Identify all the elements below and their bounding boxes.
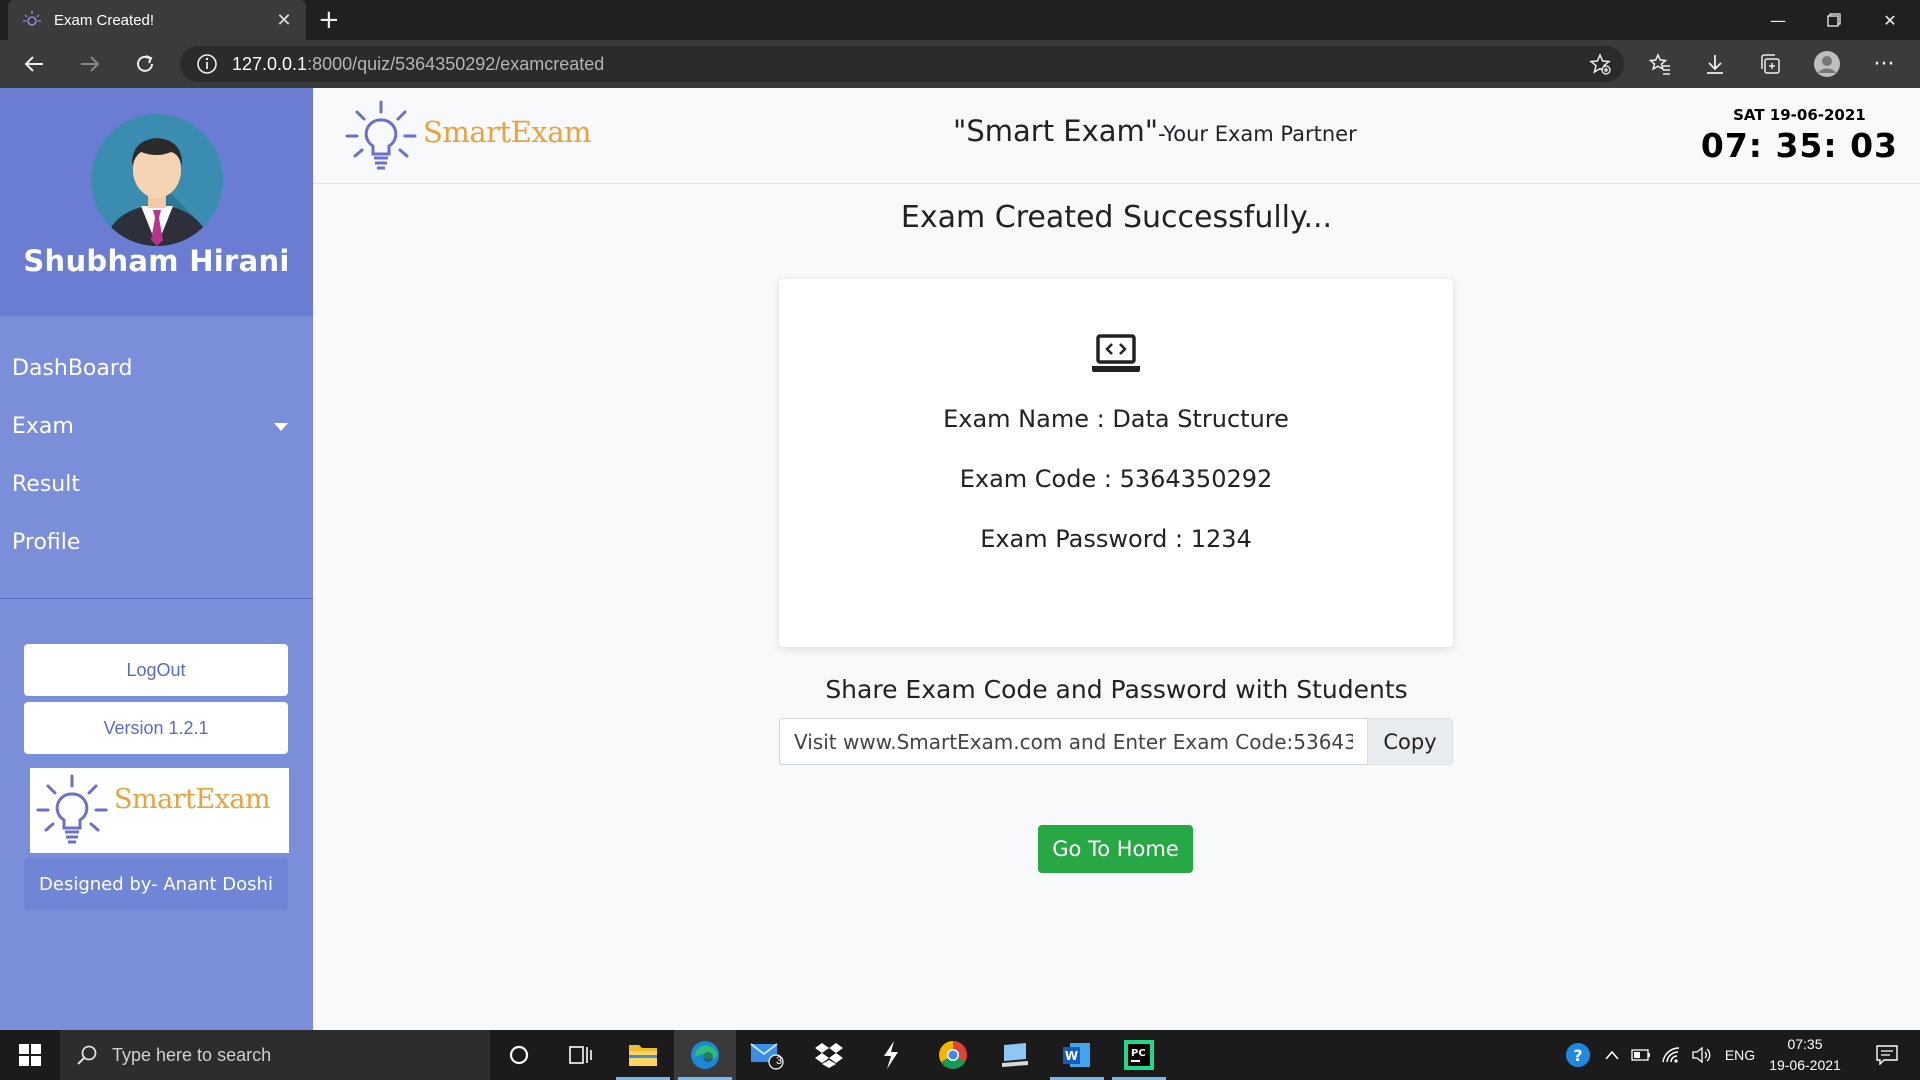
tab-title: Exam Created! (54, 11, 155, 29)
sidebar-logo: SmartExam (30, 768, 289, 853)
url-bar[interactable]: 127.0.0.1:8000/quiz/5364350292/examcreat… (180, 46, 1624, 82)
downloads-icon[interactable] (1698, 48, 1732, 80)
lightbulb-logo-icon (345, 100, 417, 170)
sidebar-item-label: Result (12, 472, 80, 497)
browser-tab-bar: Exam Created! ✕ + — ✕ (0, 0, 1920, 40)
minimize-icon[interactable]: — (1750, 0, 1806, 40)
share-heading: Share Exam Code and Password with Studen… (825, 675, 1408, 704)
help-icon[interactable]: ? (1560, 1030, 1596, 1080)
slogan-main: "Smart Exam" (953, 114, 1159, 148)
url-path: :8000/quiz/5364350292/examcreated (307, 53, 605, 74)
logout-button[interactable]: LogOut (24, 644, 288, 696)
taskbar-clock[interactable]: 07:35 19-06-2021 (1765, 1034, 1845, 1076)
cortana-icon[interactable] (488, 1030, 550, 1080)
restore-icon[interactable] (1806, 0, 1862, 40)
sidebar-item-label: Exam (12, 414, 74, 439)
sidebar-divider (0, 598, 313, 599)
task-view-icon[interactable] (550, 1030, 612, 1080)
volume-icon[interactable] (1688, 1030, 1714, 1080)
username: Shubham Hirani (23, 244, 290, 278)
windows-taskbar: Type here to search 3 W PC ? ENG 07:35 1… (0, 1030, 1920, 1080)
collections-icon[interactable] (1753, 48, 1787, 80)
slogan-sub: -Your Exam Partner (1158, 122, 1357, 146)
desktop-app-icon[interactable] (984, 1030, 1046, 1080)
notifications-icon[interactable] (1862, 1030, 1912, 1080)
top-header: SmartExam "Smart Exam"-Your Exam Partner… (313, 88, 1920, 184)
chevron-up-icon[interactable] (1600, 1030, 1624, 1080)
wifi-icon[interactable] (1658, 1030, 1684, 1080)
exam-code: Exam Code : 5364350292 (959, 465, 1273, 493)
reload-icon[interactable] (127, 48, 163, 80)
browser-tab[interactable]: Exam Created! ✕ (8, 0, 306, 40)
sidebar-item-dashboard[interactable]: DashBoard (12, 356, 302, 381)
go-to-home-button[interactable]: Go To Home (1038, 825, 1193, 873)
battery-icon[interactable] (1628, 1030, 1654, 1080)
search-placeholder: Type here to search (112, 1044, 272, 1065)
back-icon[interactable] (16, 48, 52, 80)
file-explorer-icon[interactable] (612, 1030, 674, 1080)
language-indicator[interactable]: ENG (1720, 1030, 1760, 1080)
mail-icon[interactable]: 3 (736, 1030, 798, 1080)
exam-details-card: Exam Name : Data Structure Exam Code : 5… (779, 279, 1453, 647)
add-favorite-icon[interactable] (1583, 48, 1617, 80)
mail-badge: 3 (776, 1055, 783, 1067)
dropbox-icon[interactable] (798, 1030, 860, 1080)
forward-icon[interactable] (72, 48, 108, 80)
svg-text:PC: PC (1131, 1048, 1146, 1059)
word-icon[interactable]: W (1046, 1030, 1108, 1080)
header-clock: SAT 19-06-2021 07: 35: 03 (1701, 106, 1898, 165)
new-tab-icon[interactable]: + (318, 6, 340, 34)
brand-logo[interactable]: SmartExam (343, 96, 603, 176)
chrome-icon[interactable] (922, 1030, 984, 1080)
more-options-icon[interactable]: ··· (1867, 48, 1901, 80)
sidebar-logo-text: SmartExam (114, 784, 271, 815)
profile-avatar-icon[interactable] (1810, 48, 1844, 80)
start-windows-icon[interactable] (0, 1030, 60, 1080)
laptop-code-icon (1092, 334, 1140, 372)
sidebar-item-label: Profile (12, 530, 81, 555)
brand-text: SmartExam (423, 115, 592, 149)
svg-text:?: ? (1573, 1046, 1582, 1065)
exam-password: Exam Password : 1234 (980, 525, 1252, 553)
user-avatar (91, 114, 223, 246)
exam-name: Exam Name : Data Structure (943, 405, 1289, 433)
winscp-bolt-icon[interactable] (860, 1030, 922, 1080)
sidebar-item-result[interactable]: Result (12, 472, 302, 497)
favorites-icon[interactable] (1643, 48, 1677, 80)
sidebar-item-exam[interactable]: Exam (12, 414, 302, 439)
taskbar-time: 07:35 (1787, 1036, 1823, 1052)
header-date: SAT 19-06-2021 (1733, 106, 1866, 124)
version-button[interactable]: Version 1.2.1 (24, 702, 288, 754)
edge-browser-icon[interactable] (674, 1030, 736, 1080)
sidebar: Shubham Hirani DashBoard Exam Result Pro… (0, 88, 313, 1030)
copy-button[interactable]: Copy (1367, 718, 1453, 765)
lightbulb-favicon-icon (23, 11, 41, 26)
taskbar-search[interactable]: Type here to search (60, 1030, 490, 1080)
header-time: 07: 35: 03 (1700, 126, 1898, 165)
sidebar-profile-header: Shubham Hirani (0, 88, 313, 316)
taskbar-date: 19-06-2021 (1769, 1057, 1841, 1073)
search-icon (77, 1045, 97, 1065)
lightbulb-logo-icon (36, 774, 108, 844)
slogan: "Smart Exam"-Your Exam Partner (953, 114, 1357, 148)
sidebar-item-profile[interactable]: Profile (12, 530, 302, 555)
svg-text:W: W (1065, 1049, 1078, 1063)
designer-credit: Designed by- Anant Doshi (24, 858, 288, 910)
page-title: Exam Created Successfully... (900, 200, 1333, 235)
sidebar-item-label: DashBoard (12, 356, 133, 381)
share-text-input[interactable] (779, 718, 1368, 765)
caret-down-icon (274, 423, 288, 431)
pycharm-icon[interactable]: PC (1108, 1030, 1170, 1080)
window-close-icon[interactable]: ✕ (1862, 0, 1918, 40)
url-host: 127.0.0.1 (232, 53, 308, 74)
site-info-icon[interactable] (196, 53, 218, 75)
tab-close-icon[interactable]: ✕ (274, 10, 294, 31)
